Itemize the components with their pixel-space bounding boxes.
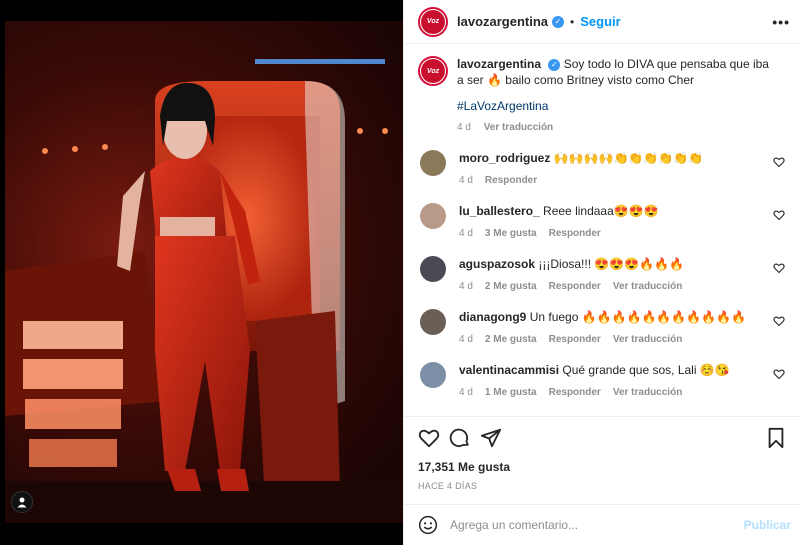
user-tag-icon bbox=[17, 497, 27, 508]
comment-row: aguspazosok ¡¡¡Diosa!!! 😍😍😍🔥🔥🔥 4 d 2 Me gu… bbox=[418, 256, 785, 295]
comment-text: Qué grande que sos, Lali ☺️😘 bbox=[562, 363, 730, 377]
comment-meta: 4 d 1 Me gusta Responder Ver traducción bbox=[459, 385, 769, 401]
caption-username[interactable]: lavozargentina bbox=[457, 57, 541, 71]
more-options-button[interactable]: ••• bbox=[772, 14, 790, 30]
comment-username[interactable]: lu_ballestero_ bbox=[459, 204, 540, 218]
like-comment-heart-icon[interactable] bbox=[773, 209, 785, 221]
comment-time: 4 d bbox=[459, 334, 473, 345]
reply-button[interactable]: Responder bbox=[549, 281, 601, 292]
comment-row: lu_ballestero_ Reee lindaaa😍😍😍 4 d 3 Me gu… bbox=[418, 203, 785, 242]
publish-button[interactable]: Publicar bbox=[744, 518, 791, 532]
comment-row: valentinacammisi Qué grande que sos, Lal… bbox=[418, 362, 785, 401]
like-comment-heart-icon[interactable] bbox=[773, 262, 785, 274]
avatar[interactable]: Voz bbox=[418, 6, 448, 37]
likes-count[interactable]: 17,351 Me gusta bbox=[418, 460, 787, 474]
comment-meta: 4 d 3 Me gusta Responder bbox=[459, 226, 769, 242]
comment-username[interactable]: dianagong9 bbox=[459, 310, 526, 324]
comment-row: moro_rodriguez 🙌🙌🙌🙌👏👏👏👏👏👏 4 d Responder bbox=[418, 150, 785, 189]
user-tag-button[interactable] bbox=[11, 491, 33, 513]
comment-likes[interactable]: 2 Me gusta bbox=[485, 334, 537, 345]
reply-button[interactable]: Responder bbox=[549, 387, 601, 398]
post-caption: Voz lavozargentina ✓ Soy todo lo DIVA qu… bbox=[418, 56, 785, 136]
bookmark-icon[interactable] bbox=[765, 427, 787, 449]
caption-avatar[interactable]: Voz bbox=[418, 56, 448, 86]
translate-link[interactable]: Ver traducción bbox=[613, 387, 682, 398]
comment-text: ¡¡¡Diosa!!! 😍😍😍🔥🔥🔥 bbox=[538, 257, 685, 271]
post-timestamp: HACE 4 DÍAS bbox=[418, 481, 478, 491]
comment-likes[interactable]: 2 Me gusta bbox=[485, 281, 537, 292]
post-side-panel: Voz lavozargentina ✓ • Seguir ••• Voz la… bbox=[403, 0, 800, 545]
caption-meta: 4 d Ver traducción bbox=[457, 120, 777, 136]
comment-time: 4 d bbox=[459, 228, 473, 239]
instagram-post-modal: Voz lavozargentina ✓ • Seguir ••• Voz la… bbox=[0, 0, 800, 545]
comment-time: 4 d bbox=[459, 281, 473, 292]
comment-likes[interactable]: 3 Me gusta bbox=[485, 228, 537, 239]
comment-likes[interactable]: 1 Me gusta bbox=[485, 387, 537, 398]
share-icon[interactable] bbox=[480, 427, 502, 449]
caption-avatar-logo: Voz bbox=[421, 59, 445, 83]
avatar[interactable] bbox=[420, 203, 446, 229]
separator-dot: • bbox=[570, 14, 575, 29]
comment-time: 4 d bbox=[459, 175, 473, 186]
avatar-logo: Voz bbox=[421, 9, 445, 34]
avatar[interactable] bbox=[420, 150, 446, 176]
verified-icon: ✓ bbox=[552, 15, 565, 28]
follow-button[interactable]: Seguir bbox=[580, 14, 620, 29]
add-comment-bar: Publicar bbox=[404, 504, 800, 545]
comment-meta: 4 d Responder bbox=[459, 173, 769, 189]
comment-text: Reee lindaaa😍😍😍 bbox=[543, 204, 659, 218]
like-comment-heart-icon[interactable] bbox=[773, 368, 785, 380]
translate-link[interactable]: Ver traducción bbox=[613, 334, 682, 345]
hashtag-link[interactable]: #LaVozArgentina bbox=[457, 98, 777, 114]
post-actions: 17,351 Me gusta HACE 4 DÍAS bbox=[404, 416, 800, 504]
like-comment-heart-icon[interactable] bbox=[773, 315, 785, 327]
translate-link[interactable]: Ver traducción bbox=[613, 281, 682, 292]
post-header: Voz lavozargentina ✓ • Seguir ••• bbox=[404, 0, 800, 44]
post-photo[interactable] bbox=[5, 21, 403, 523]
reply-button[interactable]: Responder bbox=[485, 175, 537, 186]
comment-username[interactable]: valentinacammisi bbox=[459, 363, 559, 377]
comment-text: Un fuego 🔥🔥🔥🔥🔥🔥🔥🔥🔥🔥🔥 bbox=[529, 310, 747, 324]
caption-translate-link[interactable]: Ver traducción bbox=[484, 122, 553, 133]
caption-time: 4 d bbox=[457, 122, 471, 133]
reply-button[interactable]: Responder bbox=[549, 334, 601, 345]
reply-button[interactable]: Responder bbox=[549, 228, 601, 239]
comment-username[interactable]: aguspazosok bbox=[459, 257, 535, 271]
comment-row: dianagong9 Un fuego 🔥🔥🔥🔥🔥🔥🔥🔥🔥🔥🔥 4 d 2 Me g… bbox=[418, 309, 785, 348]
emoji-icon[interactable] bbox=[418, 515, 438, 535]
comment-username[interactable]: moro_rodriguez bbox=[459, 151, 550, 165]
comment-time: 4 d bbox=[459, 387, 473, 398]
heart-icon[interactable] bbox=[418, 427, 440, 449]
comment-icon[interactable] bbox=[449, 427, 471, 449]
header-username[interactable]: lavozargentina bbox=[457, 14, 548, 29]
comments-list[interactable]: Voz lavozargentina ✓ Soy todo lo DIVA qu… bbox=[404, 44, 800, 416]
comment-text: 🙌🙌🙌🙌👏👏👏👏👏👏 bbox=[553, 151, 704, 165]
avatar[interactable] bbox=[420, 362, 446, 388]
comment-meta: 4 d 2 Me gusta Responder Ver traducción bbox=[459, 279, 769, 295]
comment-meta: 4 d 2 Me gusta Responder Ver traducción bbox=[459, 332, 769, 348]
avatar[interactable] bbox=[420, 256, 446, 282]
photo-panel bbox=[0, 0, 403, 545]
comment-input[interactable] bbox=[450, 518, 710, 532]
verified-icon: ✓ bbox=[548, 58, 561, 71]
like-comment-heart-icon[interactable] bbox=[773, 156, 785, 168]
avatar[interactable] bbox=[420, 309, 446, 335]
